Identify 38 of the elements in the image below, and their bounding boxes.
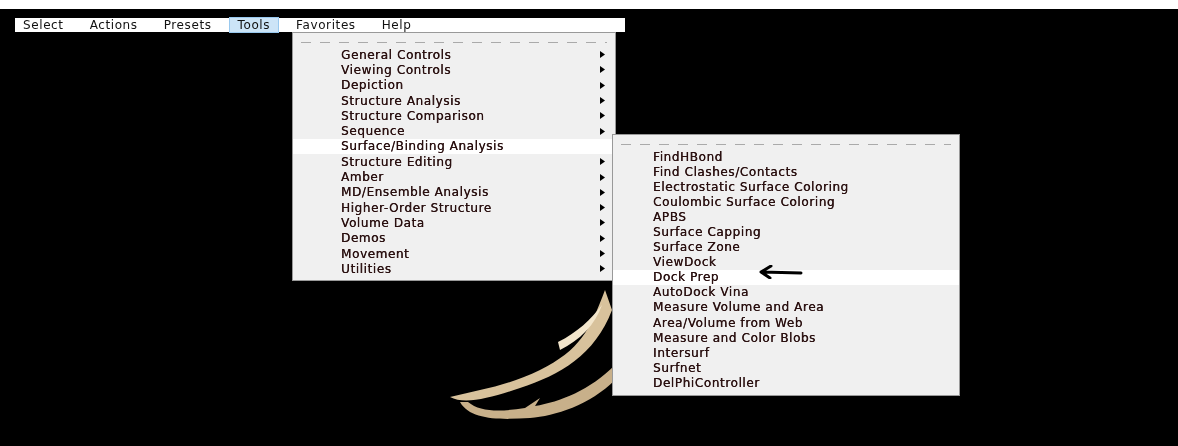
menu-item[interactable]: Surface Capping	[613, 224, 959, 240]
menu-item[interactable]: Surfnet	[613, 360, 959, 376]
menu-item[interactable]: MD/Ensemble Analysis	[293, 184, 615, 200]
menu-item[interactable]: Higher-Order Structure	[293, 199, 615, 216]
menu-item[interactable]: Viewing Controls	[293, 62, 615, 78]
menu-item[interactable]: General Controls	[293, 47, 615, 63]
menu-item[interactable]: Volume Data	[293, 215, 615, 231]
menu-bar-item[interactable]: Favorites	[288, 18, 364, 32]
menu-item[interactable]: Sequence	[293, 123, 615, 139]
menu-item[interactable]: Electrostatic Surface Coloring	[613, 179, 959, 195]
menu-item[interactable]: Demos	[293, 230, 615, 246]
menu-bar-item[interactable]: Help	[373, 18, 420, 32]
menu-item[interactable]: Amber	[293, 169, 615, 185]
menu-item[interactable]: Intersurf	[613, 345, 959, 361]
arrow-icon	[759, 265, 803, 279]
menu-bar-item[interactable]: Actions	[81, 18, 146, 32]
menu-item[interactable]: Structure Analysis	[293, 92, 615, 109]
menu-item[interactable]: Coulombic Surface Coloring	[613, 194, 959, 210]
menu-bar-item[interactable]: Presets	[155, 18, 220, 32]
menu-item[interactable]: Dock Prep	[613, 269, 959, 285]
menu-item[interactable]: Surface/Binding Analysis	[293, 138, 615, 155]
menu-item[interactable]: AutoDock Vina	[613, 284, 959, 300]
menu-item[interactable]: Movement	[293, 245, 615, 262]
menu-item[interactable]: Area/Volume from Web	[613, 315, 959, 331]
menu-bar-item[interactable]: Tools	[229, 18, 279, 32]
menu-item[interactable]: Utilities	[293, 261, 615, 277]
menu-item[interactable]: Structure Comparison	[293, 108, 615, 124]
menu-item[interactable]: FindHBond	[613, 149, 959, 165]
menu-item[interactable]: Structure Editing	[293, 154, 615, 170]
menu-item[interactable]: Measure and Color Blobs	[613, 330, 959, 346]
menu-item[interactable]: Find Clashes/Contacts	[613, 164, 959, 180]
menu-item[interactable]: DelPhiController	[613, 375, 959, 391]
menu-item[interactable]: Surface Zone	[613, 239, 959, 255]
menu-item[interactable]: Depiction	[293, 77, 615, 93]
menu-item[interactable]: APBS	[613, 209, 959, 225]
menu-item[interactable]: ViewDock	[613, 254, 959, 270]
menu-item[interactable]: Measure Volume and Area	[613, 299, 959, 316]
menu-bar-item[interactable]: Select	[15, 18, 72, 32]
